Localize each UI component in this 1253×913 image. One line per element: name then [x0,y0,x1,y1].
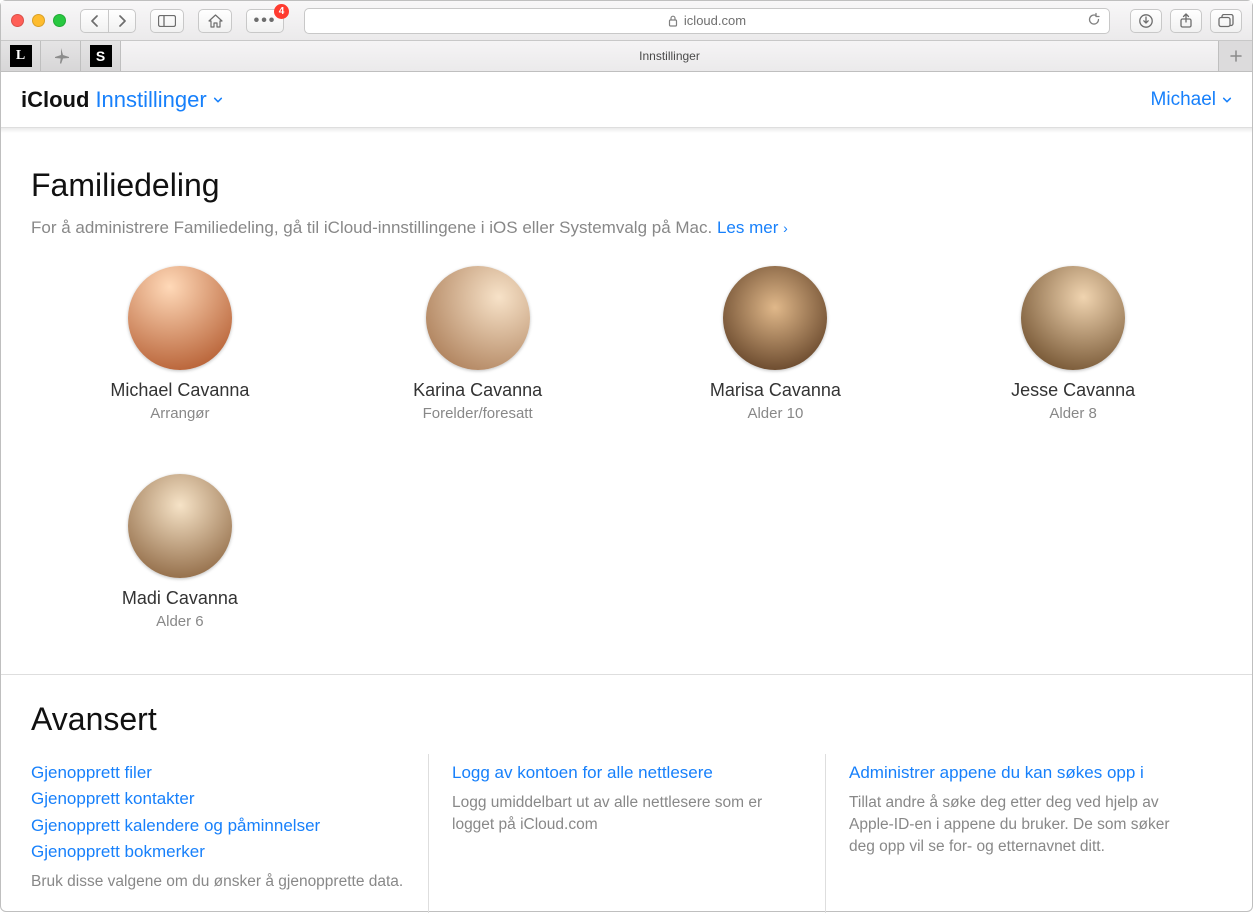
chevron-right-icon: › [783,220,788,236]
restore-description: Bruk disse valgene om du ønsker å gjenop… [31,871,404,893]
family-member-role: Forelder/foresatt [423,405,533,422]
avatar [1021,266,1125,370]
icloud-brand: iCloud [21,87,89,113]
advanced-restore-column: Gjenopprett filer Gjenopprett kontakter … [31,756,428,893]
restore-contacts-link[interactable]: Gjenopprett kontakter [31,786,404,812]
chevron-down-icon [213,95,223,105]
learn-more-label: Les mer [717,218,778,237]
extensions-badge: 4 [274,4,289,19]
close-window-button[interactable] [11,14,24,27]
manage-lookup-link[interactable]: Administrer appene du kan søkes opp i [849,760,1198,786]
airplane-icon [51,46,71,66]
family-members-grid: Michael Cavanna Arrangør Karina Cavanna … [31,266,1222,630]
avatar [723,266,827,370]
restore-bookmarks-link[interactable]: Gjenopprett bokmerker [31,839,404,865]
page-content: iCloud Innstillinger Michael Familiedeli… [1,72,1252,913]
home-icon [208,14,223,28]
reload-button[interactable] [1087,12,1101,29]
chevron-left-icon [90,15,100,27]
advanced-title: Avansert [31,701,1222,738]
sidebar-icon [158,15,176,27]
active-tab[interactable]: Innstillinger [121,41,1218,71]
pinned-tab-3[interactable]: S [81,41,121,71]
download-icon [1138,13,1154,29]
family-member[interactable]: Jesse Cavanna Alder 8 [924,266,1222,422]
pinned-tab-2[interactable] [41,41,81,71]
home-button[interactable] [198,9,232,33]
advanced-lookup-column: Administrer appene du kan søkes opp i Ti… [825,756,1222,893]
family-member-name: Madi Cavanna [122,588,238,609]
account-name: Michael [1151,89,1216,111]
tabs-icon [1218,14,1234,28]
family-member[interactable]: Madi Cavanna Alder 6 [31,474,329,630]
chevron-right-icon [117,15,127,27]
forward-button[interactable] [108,9,136,33]
family-sharing-subtitle-text: For å administrere Familiedeling, gå til… [31,218,717,237]
family-member[interactable]: Marisa Cavanna Alder 10 [627,266,925,422]
family-member[interactable]: Karina Cavanna Forelder/foresatt [329,266,627,422]
pinned-tab-1[interactable]: L [1,41,41,71]
family-member-role: Arrangør [150,405,209,422]
family-sharing-subtitle: For å administrere Familiedeling, gå til… [31,218,1222,238]
back-button[interactable] [80,9,108,33]
signout-all-link[interactable]: Logg av kontoen for alle nettlesere [452,760,801,786]
address-bar-host: icloud.com [684,13,746,28]
family-member-name: Marisa Cavanna [710,380,841,401]
avatar [128,474,232,578]
share-button[interactable] [1170,9,1202,33]
new-tab-button[interactable] [1218,41,1252,71]
family-member[interactable]: Michael Cavanna Arrangør [31,266,329,422]
account-dropdown[interactable]: Michael [1151,89,1232,111]
family-member-name: Michael Cavanna [110,380,249,401]
family-sharing-section: Familiedeling For å administrere Familie… [1,133,1252,675]
share-icon [1179,13,1193,29]
extensions-button[interactable]: ••• 4 [246,9,284,33]
icloud-header: iCloud Innstillinger Michael [1,72,1252,127]
window-titlebar: ••• 4 icloud.com [1,1,1252,41]
family-sharing-title: Familiedeling [31,167,1222,204]
address-bar[interactable]: icloud.com [304,8,1110,34]
advanced-section: Avansert Gjenopprett filer Gjenopprett k… [1,675,1252,913]
family-member-role: Alder 10 [747,405,803,422]
family-member-role: Alder 6 [156,613,204,630]
pinned-tab-3-icon: S [90,45,112,67]
family-member-role: Alder 8 [1049,405,1097,422]
chevron-down-icon [1222,95,1232,105]
icloud-section-dropdown[interactable]: Innstillinger [95,87,222,113]
plus-icon [1229,49,1243,63]
learn-more-link[interactable]: Les mer › [717,218,788,237]
family-member-name: Karina Cavanna [413,380,542,401]
lock-icon [668,15,678,27]
active-tab-title: Innstillinger [639,49,700,63]
pinned-tab-1-icon: L [10,45,32,67]
sidebar-button[interactable] [150,9,184,33]
tabs-button[interactable] [1210,9,1242,33]
tab-strip: L S Innstillinger [1,41,1252,72]
advanced-signout-column: Logg av kontoen for alle nettlesere Logg… [428,756,825,893]
signout-description: Logg umiddelbart ut av alle nettlesere s… [452,792,801,835]
zoom-window-button[interactable] [53,14,66,27]
icloud-section-label: Innstillinger [95,87,206,113]
dots-icon: ••• [254,12,277,30]
family-member-name: Jesse Cavanna [1011,380,1135,401]
restore-files-link[interactable]: Gjenopprett filer [31,760,404,786]
window-controls [11,14,66,27]
reload-icon [1087,12,1101,26]
lookup-description: Tillat andre å søke deg etter deg ved hj… [849,792,1198,857]
avatar [128,266,232,370]
downloads-button[interactable] [1130,9,1162,33]
minimize-window-button[interactable] [32,14,45,27]
restore-calendars-link[interactable]: Gjenopprett kalendere og påminnelser [31,813,404,839]
avatar [426,266,530,370]
